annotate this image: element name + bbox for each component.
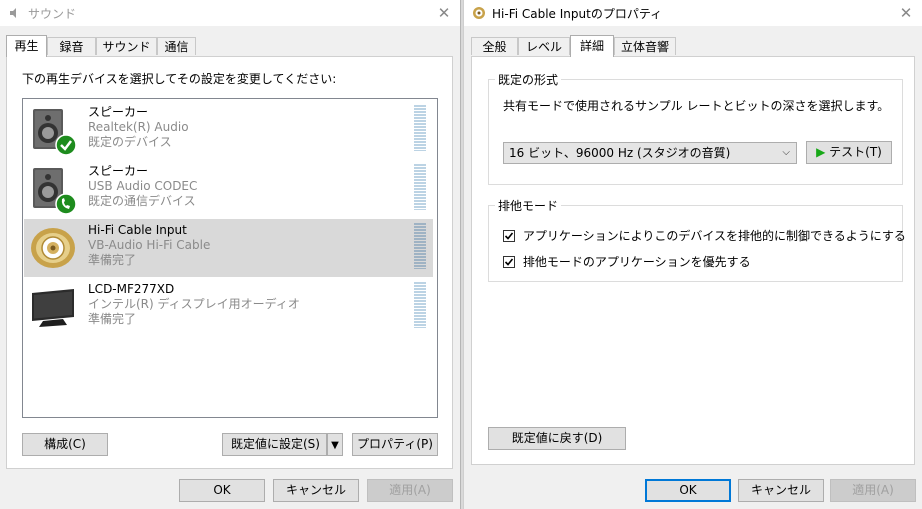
check-badge-icon [55,134,77,156]
allow-exclusive-checkbox-row[interactable]: アプリケーションによりこのデバイスを排他的に制御できるようにする [503,228,906,244]
device-driver: VB-Audio Hi-Fi Cable [88,238,211,252]
format-select[interactable]: 16 ビット、96000 Hz (スタジオの音質) ⌵ [503,142,797,164]
play-icon: ▶ [816,145,826,159]
test-button-label: テスト(T) [829,145,882,159]
window-title: サウンド [28,7,77,21]
group-label: 排他モード [495,197,562,214]
rca-connector-icon [31,228,75,268]
caret-down-icon: ▼ [331,440,339,451]
tab-spatial-sound[interactable]: 立体音響 [614,37,676,55]
device-name: スピーカー [88,164,149,178]
set-default-dropdown[interactable]: ▼ [327,433,343,456]
cancel-button[interactable]: キャンセル [738,479,824,502]
properties-dialog: Hi-Fi Cable Inputのプロパティ ✕ 全般 レベル 詳細 立体音響… [463,0,922,509]
instruction-text: 下の再生デバイスを選択してその設定を変更してください: [22,72,337,86]
monitor-icon [32,289,74,327]
default-format-group: 既定の形式 共有モードで使用されるサンプル レートとビットの深さを選択します。 … [488,71,903,185]
device-list[interactable]: スピーカー Realtek(R) Audio 既定のデバイス スピーカー USB… [22,98,438,418]
tab-advanced[interactable]: 詳細 [570,35,614,57]
level-meter [414,282,426,328]
phone-badge-icon [55,193,77,215]
tab-playback[interactable]: 再生 [6,35,47,57]
configure-button[interactable]: 構成(C) [22,433,108,456]
device-name: Hi-Fi Cable Input [88,223,187,237]
chevron-down-icon: ⌵ [782,147,790,158]
device-status: 既定のデバイス [88,135,172,149]
device-status: 準備完了 [88,312,137,326]
tab-sounds[interactable]: サウンド [96,37,157,55]
level-meter [414,223,426,269]
exclusive-mode-group: 排他モード アプリケーションによりこのデバイスを排他的に制御できるようにする 排… [488,197,906,282]
format-description: 共有モードで使用されるサンプル レートとビットの深さを選択します。 [503,99,890,113]
device-status: 準備完了 [88,253,137,267]
close-button[interactable]: ✕ [896,3,916,23]
title-bar: Hi-Fi Cable Inputのプロパティ ✕ [464,0,922,26]
speaker-title-icon [10,8,16,18]
device-item[interactable]: スピーカー Realtek(R) Audio 既定のデバイス [24,101,433,159]
ok-button[interactable]: OK [179,479,265,502]
properties-button[interactable]: プロパティ(P) [352,433,438,456]
device-name: スピーカー [88,105,149,119]
tab-recording[interactable]: 録音 [47,37,96,55]
device-name: LCD-MF277XD [88,282,175,296]
level-meter [414,105,426,151]
restore-defaults-button[interactable]: 既定値に戻す(D) [488,427,626,450]
device-driver: USB Audio CODEC [88,179,198,193]
allow-exclusive-label: アプリケーションによりこのデバイスを排他的に制御できるようにする [522,229,906,243]
group-label: 既定の形式 [495,71,562,88]
exclusive-priority-checkbox[interactable] [503,256,515,268]
apply-button[interactable]: 適用(A) [830,479,916,502]
checkmark-icon [504,232,514,240]
apply-button[interactable]: 適用(A) [367,479,453,502]
tab-levels[interactable]: レベル [518,37,570,55]
device-driver: Realtek(R) Audio [88,120,189,134]
exclusive-priority-checkbox-row[interactable]: 排他モードのアプリケーションを優先する [503,254,751,270]
window-title: Hi-Fi Cable Inputのプロパティ [492,7,663,21]
tab-communications[interactable]: 通信 [157,37,196,55]
set-default-button[interactable]: 既定値に設定(S) [222,433,327,456]
cancel-button[interactable]: キャンセル [273,479,359,502]
playback-pane: 下の再生デバイスを選択してその設定を変更してください: スピーカー Realte… [6,56,453,469]
test-button[interactable]: ▶ テスト(T) [806,141,892,164]
device-item-selected[interactable]: Hi-Fi Cable Input VB-Audio Hi-Fi Cable 準… [24,219,433,277]
level-meter [414,164,426,210]
device-item[interactable]: スピーカー USB Audio CODEC 既定の通信デバイス [24,160,433,218]
allow-exclusive-checkbox[interactable] [503,230,515,242]
device-driver: インテル(R) ディスプレイ用オーディオ [88,297,300,311]
sound-dialog: サウンド ✕ 再生 録音 サウンド 通信 下の再生デバイスを選択してその設定を変… [0,0,461,509]
checkmark-icon [504,258,514,266]
close-button[interactable]: ✕ [434,3,454,23]
tab-general[interactable]: 全般 [471,37,518,55]
advanced-pane: 既定の形式 共有モードで使用されるサンプル レートとビットの深さを選択します。 … [471,56,915,465]
format-selected-value: 16 ビット、96000 Hz (スタジオの音質) [509,146,731,160]
rca-title-icon [473,7,485,19]
ok-button[interactable]: OK [645,479,731,502]
exclusive-priority-label: 排他モードのアプリケーションを優先する [522,255,751,269]
device-item[interactable]: LCD-MF277XD インテル(R) ディスプレイ用オーディオ 準備完了 [24,278,433,336]
title-bar: サウンド ✕ [0,0,460,26]
device-status: 既定の通信デバイス [88,194,196,208]
